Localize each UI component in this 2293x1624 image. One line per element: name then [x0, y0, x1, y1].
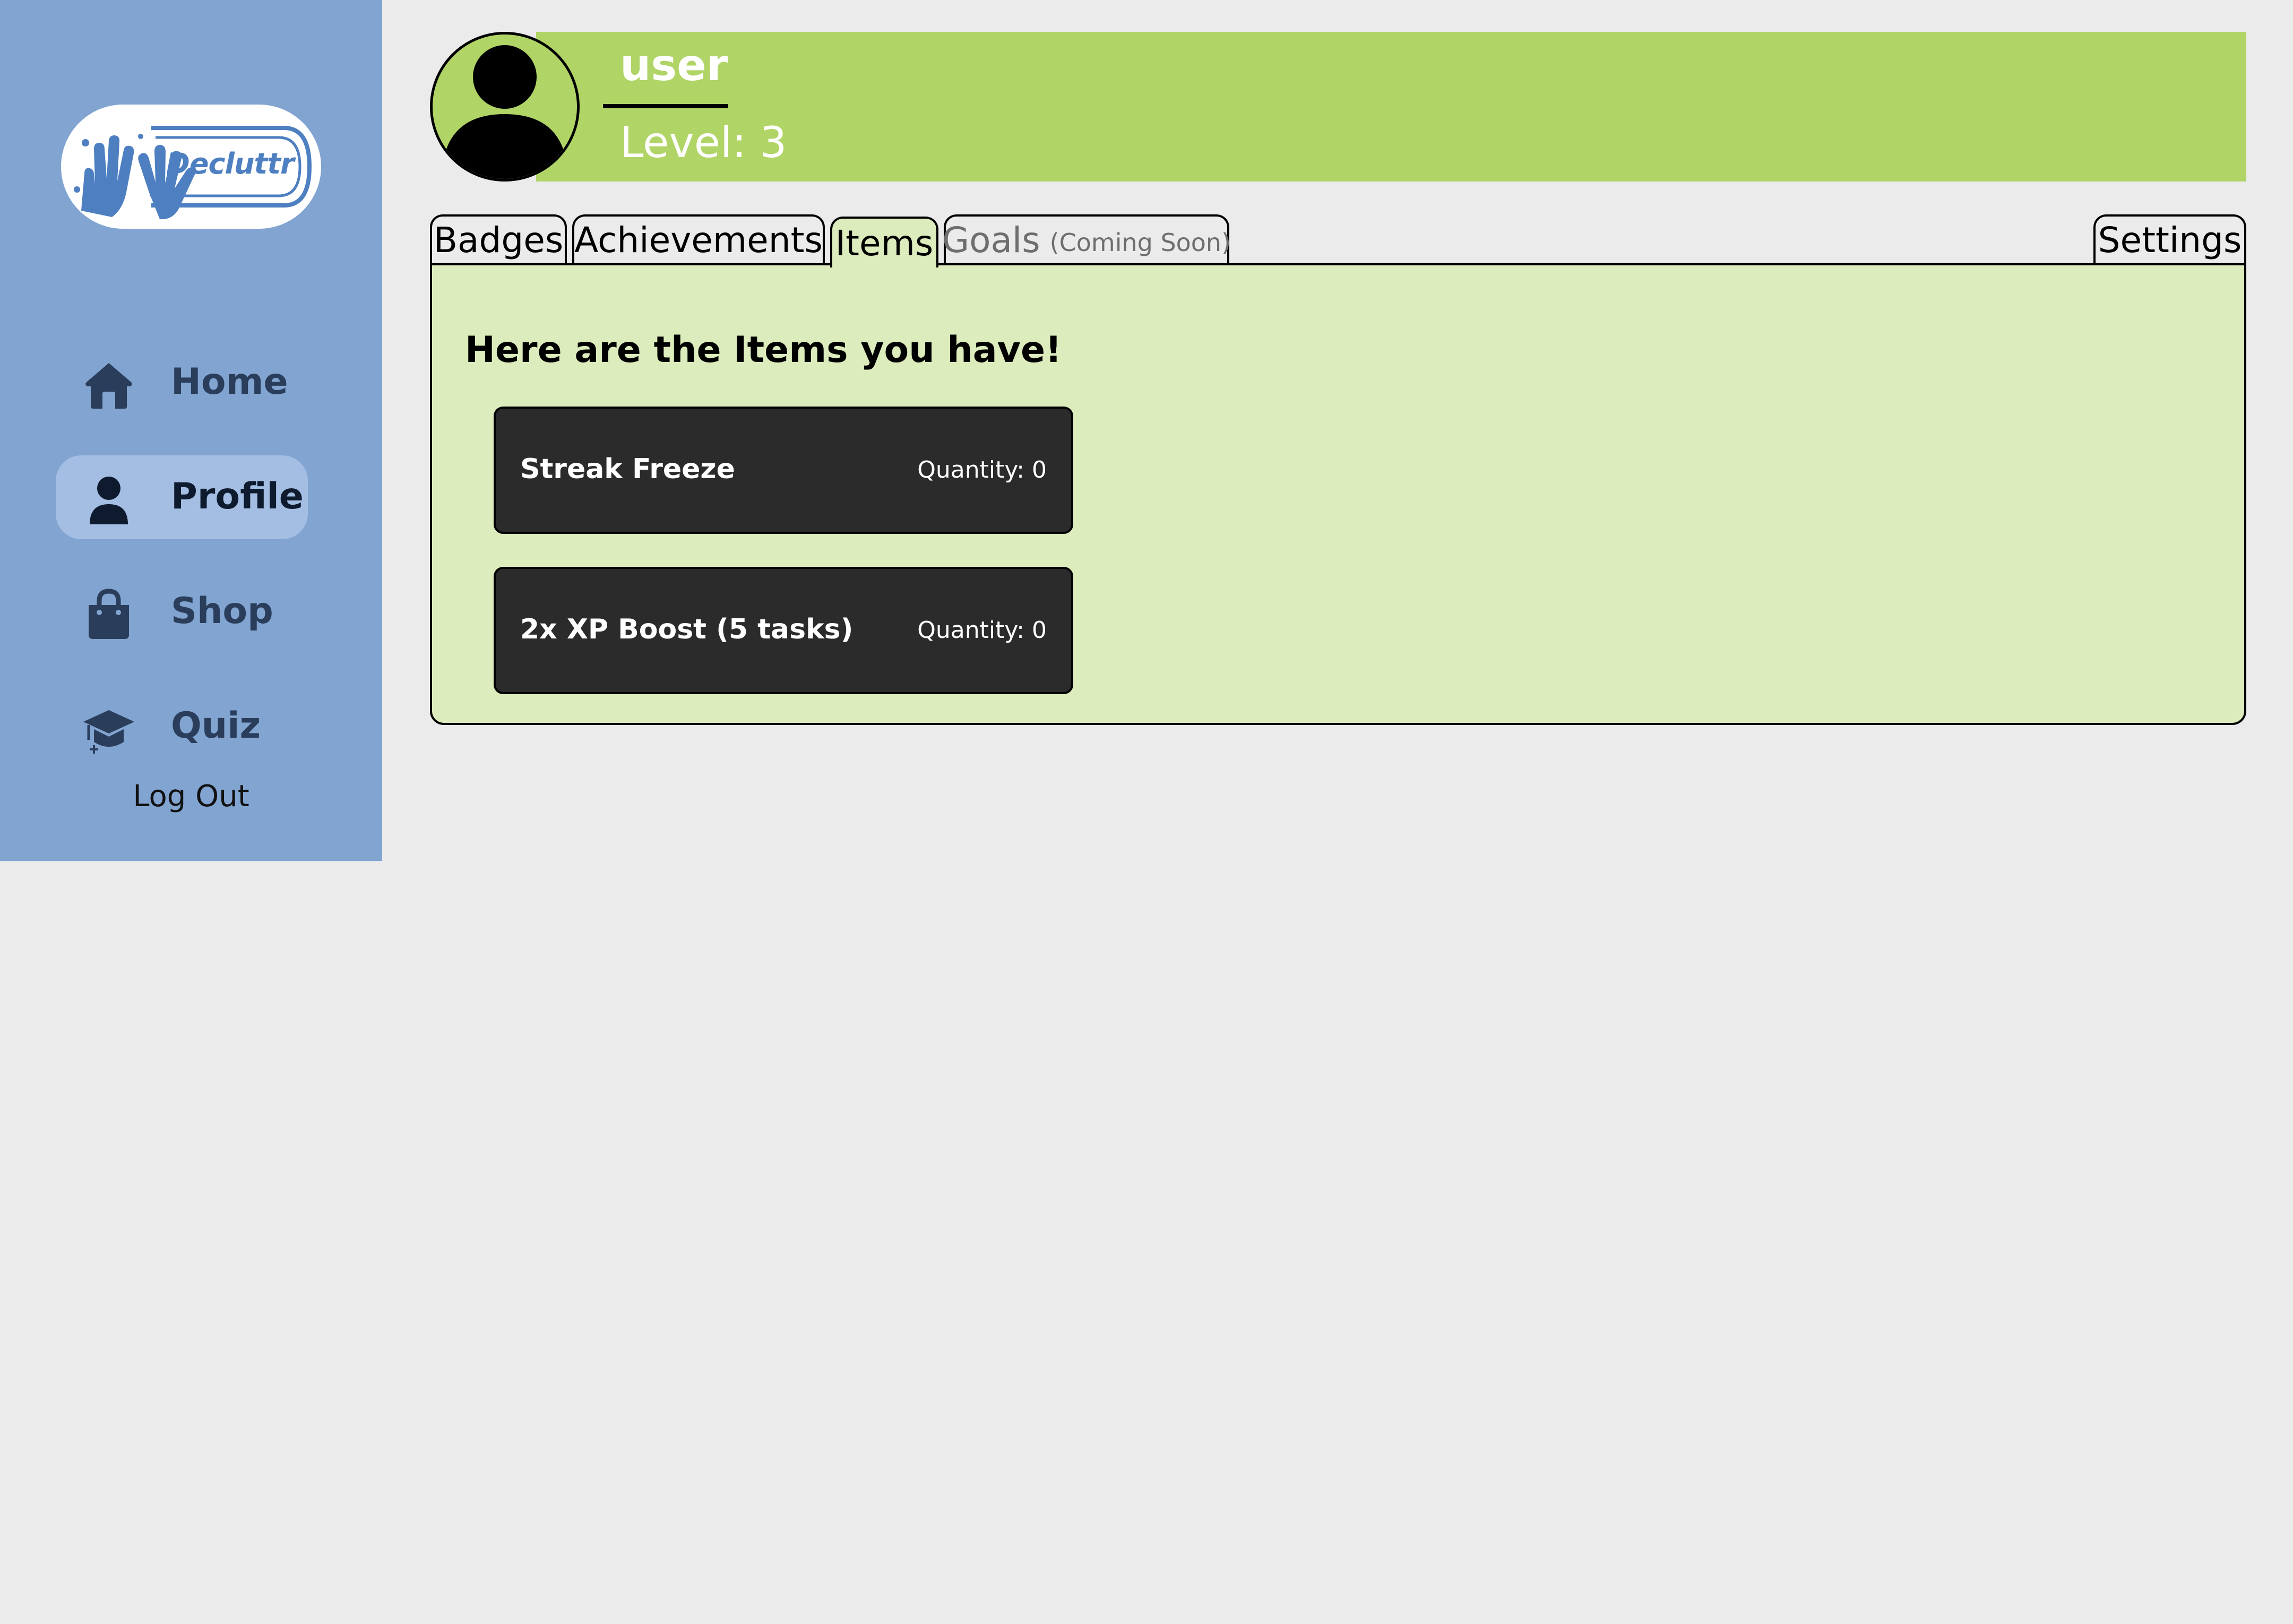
- tab-badges[interactable]: Badges: [430, 214, 567, 263]
- items-panel: Here are the Items you have! Streak Free…: [430, 263, 2246, 725]
- tab-achievements[interactable]: Achievements: [572, 214, 825, 263]
- nav-label-profile: Profile: [171, 476, 304, 517]
- tab-badges-label: Badges: [433, 219, 564, 261]
- graduation-cap-icon: [83, 710, 134, 754]
- shopping-bag-icon: [89, 589, 129, 639]
- item-card-streak-freeze[interactable]: Streak Freeze Quantity: 0: [494, 407, 1073, 534]
- logo-text: Decluttr: [166, 147, 295, 180]
- avatar-silhouette-icon: [442, 45, 567, 179]
- nav-label-home: Home: [171, 361, 288, 403]
- nav-item-home[interactable]: Home: [56, 341, 308, 425]
- user-icon: [90, 477, 128, 524]
- nav-label-quiz: Quiz: [171, 705, 261, 747]
- profile-header: [536, 32, 2246, 182]
- tab-items[interactable]: Items: [830, 217, 938, 267]
- user-level: Level: 3: [620, 118, 787, 167]
- item-name: 2x XP Boost (5 tasks): [520, 614, 854, 645]
- item-quantity: Quantity: 0: [917, 456, 1047, 483]
- items-heading: Here are the Items you have!: [465, 329, 1062, 371]
- tab-settings[interactable]: Settings: [2093, 214, 2246, 263]
- tab-achievements-label: Achievements: [574, 219, 823, 261]
- tab-goals-coming-soon: (Coming Soon): [1049, 228, 1231, 257]
- username-underline: [603, 104, 728, 108]
- nav-label-shop: Shop: [171, 590, 273, 632]
- tab-goals-label: Goals: [942, 219, 1040, 261]
- tab-goals: Goals (Coming Soon): [942, 214, 1231, 263]
- nav-item-shop[interactable]: Shop: [56, 570, 308, 654]
- sidebar: Decluttr Home Profile Shop Quiz Log Out: [0, 0, 382, 861]
- item-name: Streak Freeze: [520, 453, 735, 485]
- logout-link[interactable]: Log Out: [0, 779, 382, 814]
- item-card-xp-boost[interactable]: 2x XP Boost (5 tasks) Quantity: 0: [494, 567, 1073, 694]
- app-logo[interactable]: Decluttr: [61, 105, 321, 229]
- home-icon: [85, 363, 132, 409]
- nav-item-quiz[interactable]: Quiz: [56, 685, 308, 768]
- username: user: [620, 40, 728, 91]
- profile-avatar[interactable]: [430, 32, 580, 182]
- nav-item-profile[interactable]: Profile: [56, 455, 308, 539]
- tab-items-label: Items: [835, 222, 934, 264]
- tab-settings-label: Settings: [2098, 219, 2242, 261]
- item-quantity: Quantity: 0: [917, 617, 1047, 644]
